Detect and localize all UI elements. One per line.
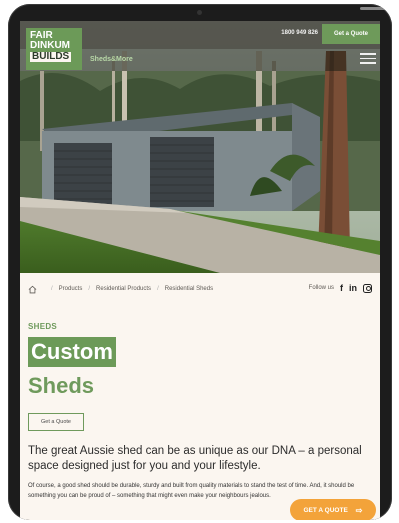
instagram-icon[interactable] xyxy=(363,283,372,293)
tablet-frame: 1800 949 826 Get a Quote FAIR DINKUM BUI… xyxy=(8,4,392,520)
page-title-line-1: Custom xyxy=(28,337,116,367)
power-button xyxy=(360,7,386,10)
home-icon[interactable] xyxy=(28,285,37,294)
tagline: Sheds&More xyxy=(90,56,133,63)
facebook-icon[interactable]: f xyxy=(340,283,343,293)
fair-dinkum-logo[interactable]: FAIR DINKUM BUILDS xyxy=(26,28,82,70)
arrow-right-icon: ⇨ xyxy=(355,505,363,515)
breadcrumb-residential-sheds: Residential Sheds xyxy=(164,286,214,292)
section-eyebrow: SHEDS xyxy=(28,322,58,331)
breadcrumb-separator: / xyxy=(51,286,53,292)
top-get-quote-button[interactable]: Get a Quote xyxy=(322,24,380,44)
logo-line-3: BUILDS xyxy=(30,51,72,62)
page-title-line-2: Sheds xyxy=(28,373,95,398)
breadcrumb-separator: / xyxy=(88,286,91,292)
camera-dot xyxy=(197,10,202,15)
logo-line-2: DINKUM xyxy=(30,40,70,51)
breadcrumb-separator: / xyxy=(157,286,159,292)
hamburger-menu-icon[interactable] xyxy=(360,53,376,65)
floating-get-quote-label: GET A QUOTE xyxy=(303,506,348,514)
lead-paragraph: The great Aussie shed can be as unique a… xyxy=(28,445,362,472)
linkedin-icon[interactable]: in xyxy=(349,283,357,293)
breadcrumb-residential-products[interactable]: Residential Products xyxy=(96,286,151,292)
get-a-quote-button[interactable]: Get a Quote xyxy=(28,413,84,431)
social-follow: Follow us f in xyxy=(309,283,372,293)
floating-get-quote-button[interactable]: GET A QUOTE ⇨ xyxy=(290,499,376,520)
breadcrumb-products[interactable]: Products xyxy=(59,286,83,292)
phone-number[interactable]: 1800 949 826 xyxy=(281,30,318,36)
breadcrumb: / Products / Residential Products / Resi… xyxy=(28,283,372,295)
screen: 1800 949 826 Get a Quote FAIR DINKUM BUI… xyxy=(20,21,380,520)
follow-label: Follow us xyxy=(308,285,334,291)
